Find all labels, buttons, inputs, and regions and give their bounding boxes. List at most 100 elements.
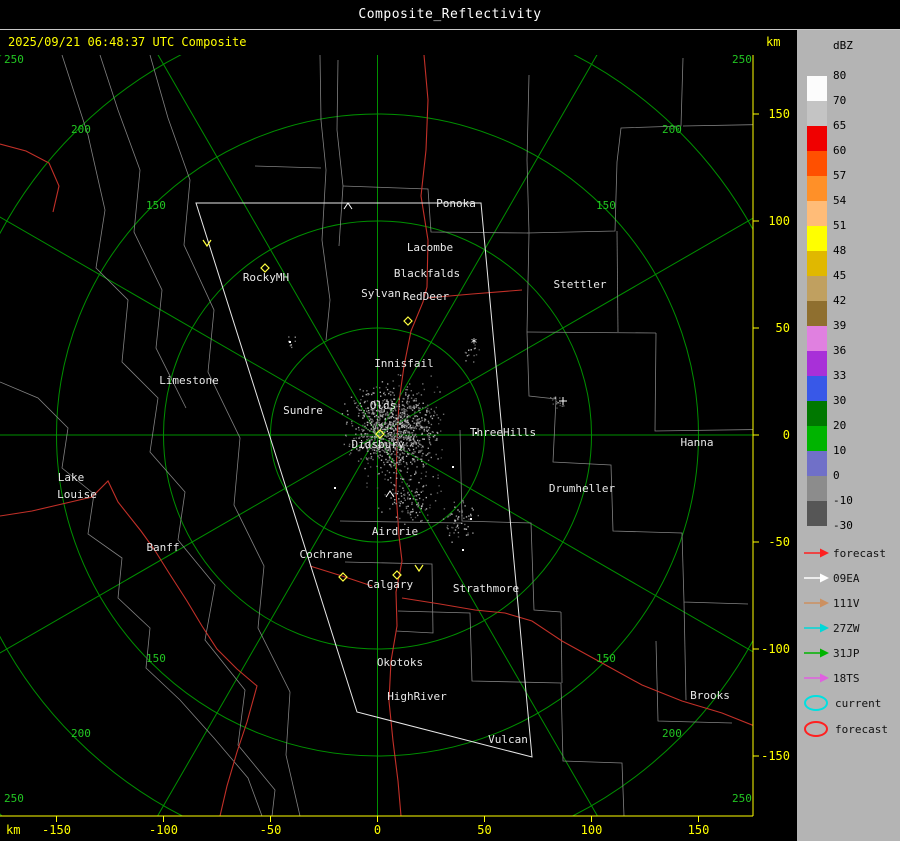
cell-ellipse-label: current xyxy=(835,696,882,710)
title-bar: Composite_Reflectivity xyxy=(0,0,900,30)
storm-track-legend-item: 09EA xyxy=(803,569,860,587)
boundary-line xyxy=(319,55,331,341)
city-label: Drumheller xyxy=(549,482,616,495)
ring-label: 150 xyxy=(146,652,166,665)
storm-track-legend-item: 111V xyxy=(803,594,860,612)
city-label: Banff xyxy=(146,541,179,554)
boundary-line xyxy=(344,561,434,634)
track-arrow-icon xyxy=(804,623,829,633)
track-arrow-icon xyxy=(804,573,829,583)
city-label: Lacombe xyxy=(407,241,453,254)
city-label: Hanna xyxy=(680,436,713,449)
city-label: ThreeHills xyxy=(470,426,536,439)
city-label: Stettler xyxy=(554,278,607,291)
ring-label: 250 xyxy=(4,792,24,805)
city-label: Okotoks xyxy=(377,656,423,669)
road-line xyxy=(0,143,60,213)
boundary-line xyxy=(526,331,657,334)
track-arrow-icon xyxy=(804,648,829,658)
boundary-line xyxy=(560,611,563,684)
boundary-line xyxy=(654,332,753,432)
city-label: Blackfalds xyxy=(394,267,460,280)
echo-dot xyxy=(289,341,291,343)
road-line xyxy=(309,565,373,587)
cell-ellipse-legend-item: current xyxy=(803,694,881,712)
city-label: Calgary xyxy=(367,578,414,591)
bottom-axis-label: -150 xyxy=(42,823,71,837)
boundary-line xyxy=(683,601,687,701)
city-label: Vulcan xyxy=(488,733,528,746)
bottom-axis-label: -100 xyxy=(149,823,178,837)
city-label: Innisfail xyxy=(374,357,434,370)
radial-spoke xyxy=(377,434,599,816)
track-label: 27ZW xyxy=(833,621,860,635)
city-label: RockyMH xyxy=(243,271,289,284)
track-label: forecast xyxy=(833,546,886,560)
boundary-line xyxy=(339,520,462,524)
ring-label: 250 xyxy=(732,53,752,66)
radar-application-window: Composite_Reflectivity 2025/09/21 06:48:… xyxy=(0,0,900,841)
ring-label: 200 xyxy=(71,123,91,136)
city-label: HighRiver xyxy=(387,690,447,703)
boundary-line xyxy=(99,55,187,409)
cell-ellipse-legend-item: forecast xyxy=(803,720,888,738)
echo-dot xyxy=(452,466,454,468)
ring-label: 250 xyxy=(4,53,24,66)
city-label: Didsbury xyxy=(352,438,405,451)
city-label: Sundre xyxy=(283,404,323,417)
ring-label: 200 xyxy=(662,727,682,740)
boundary-line xyxy=(616,230,619,333)
boundary-line xyxy=(526,74,530,333)
city-label: Ponoka xyxy=(436,197,476,210)
city-label: Lake xyxy=(58,471,85,484)
right-axis-label: 0 xyxy=(783,428,790,442)
city-label: RedDeer xyxy=(403,290,450,303)
track-label: 111V xyxy=(833,596,860,610)
track-label: 09EA xyxy=(833,571,860,585)
city-label: Limestone xyxy=(159,374,219,387)
road-line xyxy=(0,480,258,816)
asterisk-marker-icon: * xyxy=(470,336,477,350)
side-panel: dBZ 80 70 65 60 57 54 51 48 45 42 39 36 33 30 20 10 0 -10… xyxy=(797,30,900,841)
echo-dot xyxy=(334,487,336,489)
ring-label: 200 xyxy=(71,727,91,740)
radar-display[interactable]: Ponoka Lacombe Blackfalds Sylvan RedDeer Stet… xyxy=(0,30,797,841)
echo-dot xyxy=(470,518,472,520)
right-axis-label: 100 xyxy=(768,214,790,228)
window-title: Composite_Reflectivity xyxy=(358,7,542,22)
bottom-axis-label: 100 xyxy=(581,823,603,837)
bottom-axis-label: -50 xyxy=(260,823,282,837)
city-label: Olds xyxy=(370,399,397,412)
city-label: Louise xyxy=(57,488,97,501)
axis-unit-bottom-left: km xyxy=(6,823,20,837)
boundary-line xyxy=(254,165,322,169)
track-arrow-icon xyxy=(804,673,829,683)
caret-marker-icon xyxy=(414,564,424,573)
ring-label: 150 xyxy=(146,199,166,212)
storm-track-legend: forecast 09EA 111V 27ZW 31JP 18TS current forec… xyxy=(797,30,900,841)
track-arrow-icon xyxy=(804,548,829,558)
bottom-axis-label: 50 xyxy=(477,823,491,837)
cell-ellipse-icon xyxy=(804,695,828,711)
bottom-axis-label: 150 xyxy=(688,823,710,837)
ring-label: 200 xyxy=(662,123,682,136)
ring-label: 150 xyxy=(596,199,616,212)
right-axis-label: -50 xyxy=(768,535,790,549)
radar-plot-layer[interactable]: Ponoka Lacombe Blackfalds Sylvan RedDeer Stet… xyxy=(0,30,797,841)
peak-marker-icon xyxy=(343,202,353,210)
radial-spoke xyxy=(0,434,378,654)
radial-spoke xyxy=(156,434,378,816)
ring-label: 250 xyxy=(732,792,752,805)
boundary-line xyxy=(682,124,753,127)
bottom-axis-label: 0 xyxy=(374,823,381,837)
storm-track-legend-item: 27ZW xyxy=(803,619,860,637)
cell-ellipse-icon xyxy=(804,721,828,737)
track-arrow-icon xyxy=(804,598,829,608)
right-axis-label: 50 xyxy=(776,321,790,335)
city-label: Strathmore xyxy=(453,582,519,595)
right-axis-label: -100 xyxy=(761,642,790,656)
peak-marker-icon xyxy=(385,490,395,498)
storm-track-legend-item: forecast xyxy=(803,544,886,562)
echo-dot xyxy=(462,549,464,551)
track-label: 31JP xyxy=(833,646,860,660)
